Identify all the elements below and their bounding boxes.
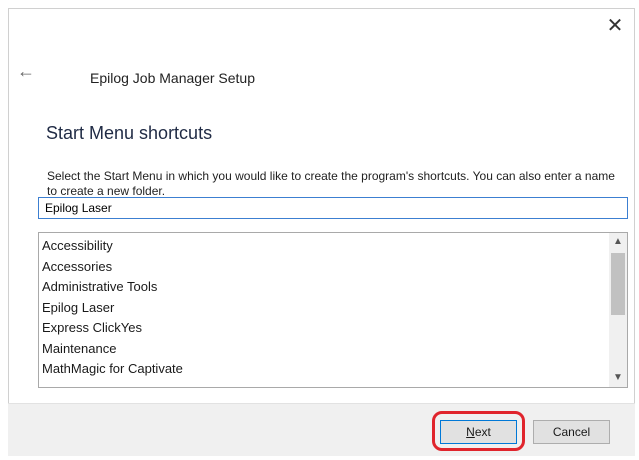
cancel-button[interactable]: Cancel xyxy=(533,420,610,444)
next-label: ext xyxy=(474,425,491,439)
setup-title: Epilog Job Manager Setup xyxy=(90,70,255,86)
list-item[interactable]: Maintenance xyxy=(39,339,607,360)
page-description: Select the Start Menu in which you would… xyxy=(47,169,615,198)
close-icon[interactable]: ✕ xyxy=(604,15,626,37)
list-item[interactable]: Accessibility xyxy=(39,236,607,257)
next-button[interactable]: Next xyxy=(440,420,517,444)
chevron-up-icon[interactable]: ▲ xyxy=(609,233,627,251)
list-item[interactable]: MathMagic for Captivate xyxy=(39,359,607,380)
folder-name-input[interactable] xyxy=(38,197,628,219)
list-item[interactable]: Administrative Tools xyxy=(39,277,607,298)
scrollbar-thumb[interactable] xyxy=(611,253,625,315)
dialog-footer: Next Cancel xyxy=(8,403,635,456)
next-mnemonic: N xyxy=(466,425,475,439)
chevron-down-icon[interactable]: ▼ xyxy=(609,369,627,387)
page-title: Start Menu shortcuts xyxy=(46,123,213,143)
back-arrow-icon[interactable]: ← xyxy=(17,61,37,81)
vertical-scrollbar[interactable]: ▲ ▼ xyxy=(609,233,627,387)
start-menu-folder-list[interactable]: Accessibility Accessories Administrative… xyxy=(38,232,628,388)
list-item[interactable]: Accessories xyxy=(39,257,607,278)
list-item[interactable]: Epilog Laser xyxy=(39,298,607,319)
list-item[interactable]: Express ClickYes xyxy=(39,318,607,339)
